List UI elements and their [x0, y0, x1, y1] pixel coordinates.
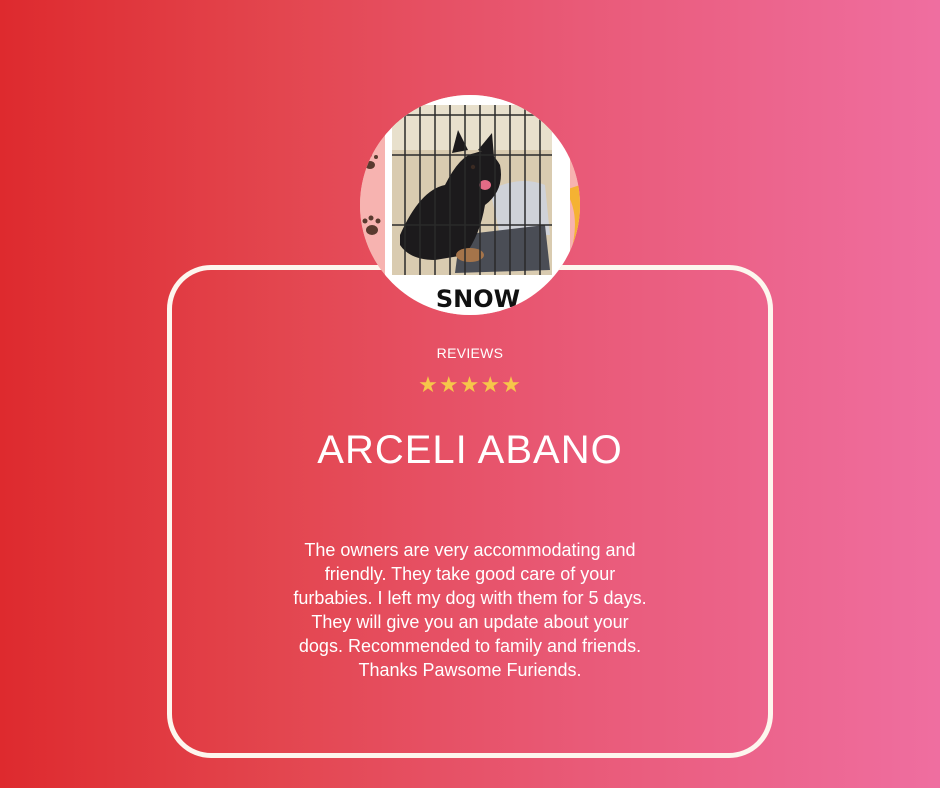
star-icon: ★	[418, 373, 439, 398]
pet-photo: SNOW	[360, 95, 580, 315]
star-icon: ★	[501, 373, 522, 398]
star-icon: ★	[480, 373, 502, 398]
rating-stars: ★★★★★	[0, 373, 940, 398]
reviewer-name: ARCELI ABANO	[317, 428, 623, 472]
star-icon: ★	[459, 373, 481, 398]
review-text: The owners are very accommodating and fr…	[293, 540, 647, 680]
review-card	[167, 265, 773, 758]
star-icon: ★	[438, 373, 460, 398]
section-label: REVIEWS	[436, 345, 504, 361]
